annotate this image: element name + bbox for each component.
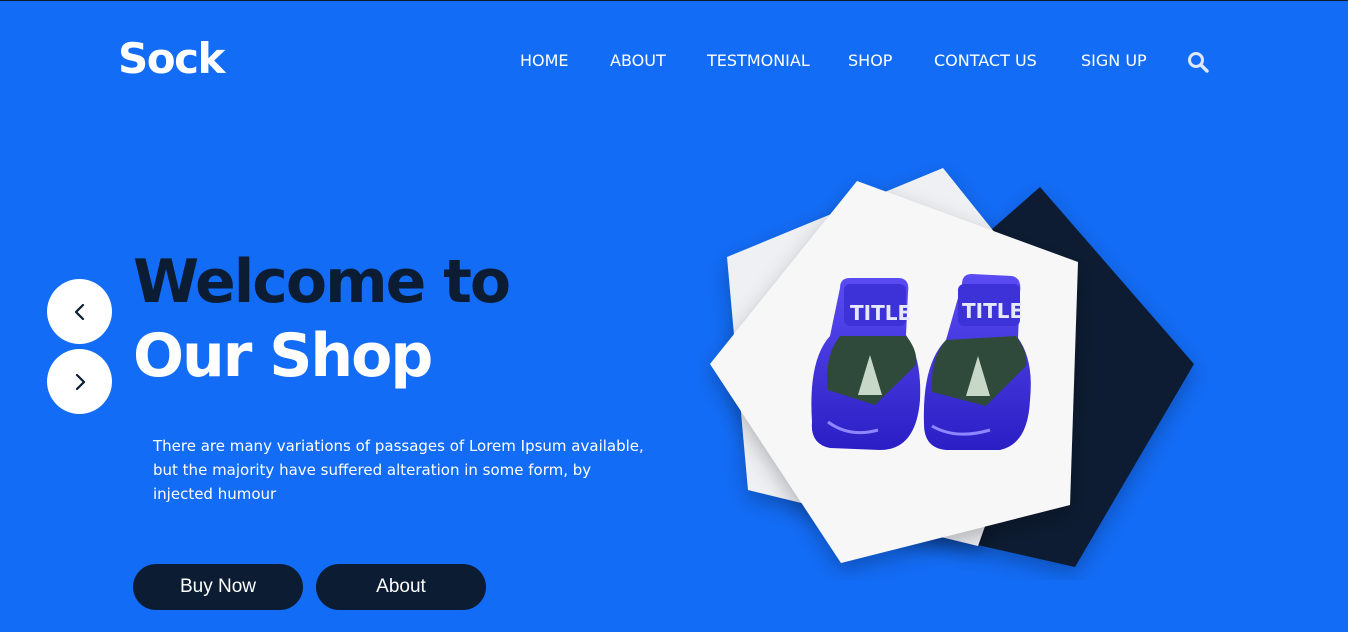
main-nav: HOME ABOUT TESTMONIAL SHOP CONTACT US SI… <box>0 50 1348 74</box>
nav-sign-up[interactable]: SIGN UP <box>1081 50 1147 72</box>
svg-text:TITLE: TITLE <box>850 301 911 325</box>
nav-testimonial[interactable]: TESTMONIAL <box>707 50 810 72</box>
hero-title-line2: Our Shop <box>133 321 433 391</box>
hero-title: Welcome to Our Shop <box>133 245 511 393</box>
slider-next-button[interactable] <box>47 349 112 414</box>
chevron-right-icon <box>75 373 85 390</box>
nav-shop[interactable]: SHOP <box>848 50 892 72</box>
svg-text:TITLE: TITLE <box>962 299 1023 323</box>
hero-image: TITLE TITLE <box>700 160 1210 580</box>
about-button[interactable]: About <box>316 564 486 610</box>
top-border <box>0 0 1348 1</box>
nav-contact-us[interactable]: CONTACT US <box>934 50 1037 72</box>
slider-prev-button[interactable] <box>47 279 112 344</box>
nav-about[interactable]: ABOUT <box>610 50 666 72</box>
nav-home[interactable]: HOME <box>520 50 569 72</box>
hero-title-line1: Welcome to <box>133 247 511 317</box>
chevron-left-icon <box>74 303 84 320</box>
hero-description: There are many variations of passages of… <box>153 437 644 503</box>
buy-now-button[interactable]: Buy Now <box>133 564 303 610</box>
search-icon[interactable] <box>1187 51 1209 73</box>
